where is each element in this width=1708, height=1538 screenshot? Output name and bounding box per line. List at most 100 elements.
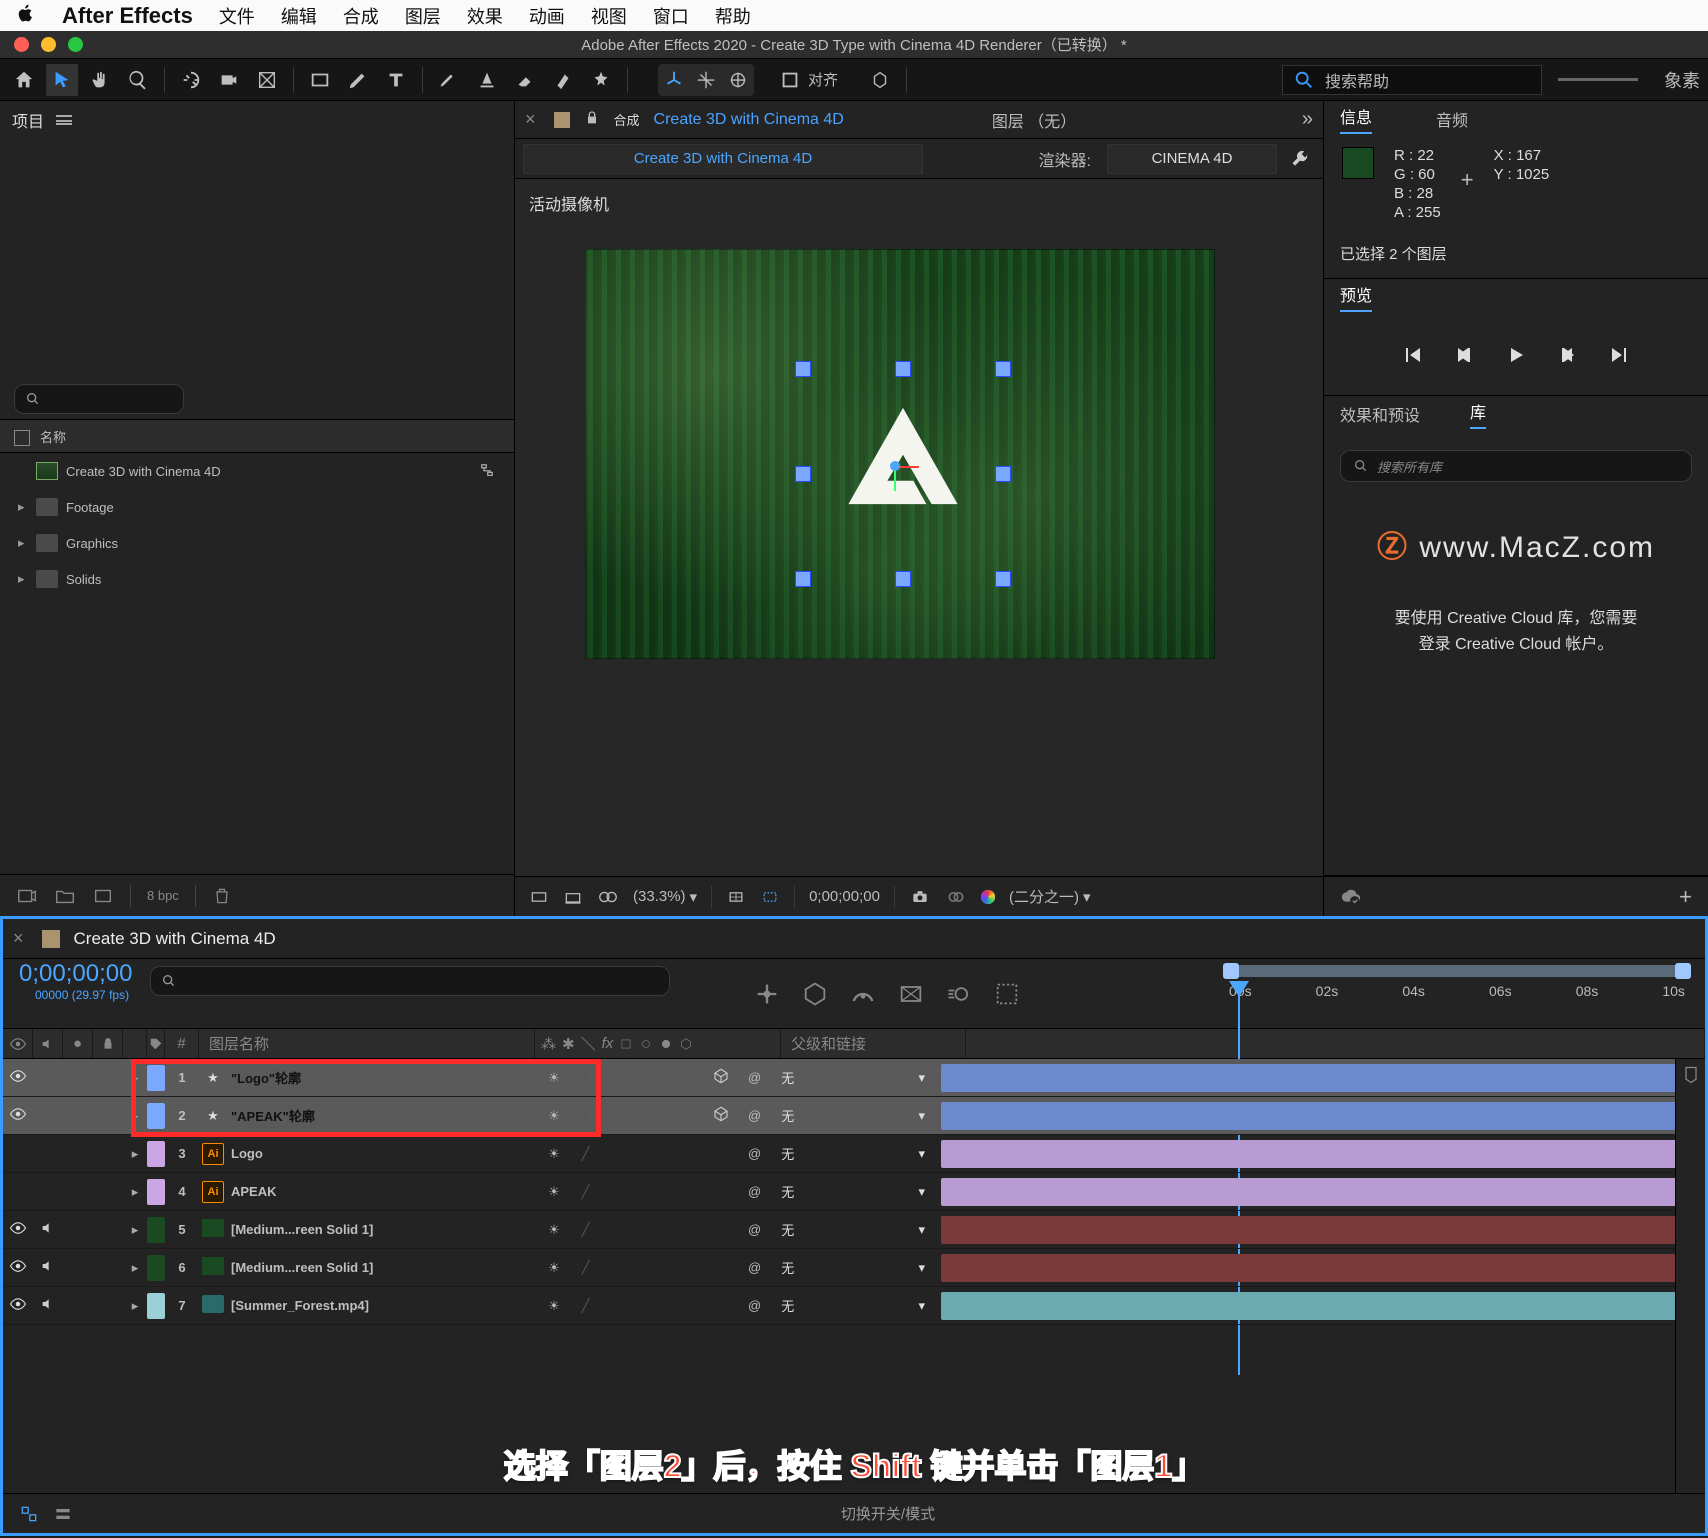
timeline-columns-header[interactable]: ● # 图层名称 ⁂✱＼fx 父级和链接 [3,1029,1705,1059]
timeline-search-input[interactable] [150,966,670,996]
visibility-toggle[interactable] [3,1257,33,1278]
new-comp-icon[interactable] [92,885,114,907]
library-search-input[interactable]: 搜索所有库 [1340,450,1692,482]
zoom-dropdown[interactable]: (33.3%)▾ [633,888,697,906]
switch-3d[interactable] [693,1067,748,1088]
mask-icon[interactable] [597,886,619,908]
visibility-toggle[interactable] [3,1067,33,1088]
pan-behind-tool[interactable] [251,64,283,96]
project-items[interactable]: Create 3D with Cinema 4D ▸ Footage ▸ Gra… [0,453,514,874]
timecode-display[interactable]: 0;00;00;00 [809,888,880,905]
pickwhip-icon[interactable]: @ [748,1222,761,1237]
resolution-dropdown[interactable]: (二分之一)▾ [1009,886,1091,907]
last-frame-icon[interactable] [1608,343,1632,367]
logo-shape[interactable] [838,397,968,530]
layer-bar[interactable] [933,1062,1705,1094]
expand-layer-icon[interactable]: ▸ [123,1070,147,1086]
switch-collapse[interactable]: ╱ [573,1184,598,1200]
layer-row-2[interactable]: ▸2★"APEAK"轮廓☀╱@无▾ [3,1097,1705,1135]
layer-bar[interactable] [933,1214,1705,1246]
label-color[interactable] [147,1255,165,1281]
parent-dropdown[interactable]: 无▾ [773,1106,933,1125]
panel-menu-icon[interactable] [56,115,72,125]
show-channel-icon[interactable] [945,887,967,907]
pickwhip-icon[interactable]: @ [748,1108,761,1123]
clone-stamp-tool[interactable] [471,64,503,96]
switch-shy[interactable]: ☀ [535,1146,573,1162]
view-axis-icon[interactable] [722,64,754,96]
snapping-checkbox[interactable] [774,64,806,96]
parent-dropdown[interactable]: 无▾ [773,1258,933,1277]
label-color[interactable] [147,1179,165,1205]
timeline-layers[interactable]: ▸1★"Logo"轮廓☀╱@无▾▸2★"APEAK"轮廓☀╱@无▾▸3AiLog… [3,1059,1705,1493]
project-columns-header[interactable]: 名称 [0,419,514,453]
layer-row-4[interactable]: ▸4AiAPEAK☀╱@无▾ [3,1173,1705,1211]
camera-tool[interactable] [213,64,245,96]
switch-collapse[interactable]: ╱ [573,1070,598,1086]
toggle-switches-label[interactable]: 切换开关/模式 [841,1503,935,1524]
layer-name[interactable]: [Medium...reen Solid 1] [227,1222,535,1237]
switch-collapse[interactable]: ╱ [573,1222,598,1238]
expand-layer-icon[interactable]: ▸ [123,1222,147,1238]
menu-view[interactable]: 视图 [591,3,627,29]
interpret-footage-icon[interactable] [16,885,38,907]
switch-shy[interactable]: ☀ [535,1260,573,1276]
layer-name[interactable]: "Logo"轮廓 [227,1068,535,1087]
toggle-modes-icon[interactable] [53,1504,73,1524]
switch-shy[interactable]: ☀ [535,1070,573,1086]
comp-mini-flowchart-icon[interactable] [753,980,781,1008]
new-folder-icon[interactable] [54,885,76,907]
3d-mode-group[interactable] [658,64,754,96]
menu-effect[interactable]: 效果 [467,3,503,29]
roi-icon[interactable] [760,887,780,907]
expand-layer-icon[interactable]: ▸ [123,1260,147,1276]
search-help-field[interactable]: 搜索帮助 [1282,65,1542,95]
project-panel-header[interactable]: 项目 [0,101,514,139]
layer-bar[interactable] [933,1100,1705,1132]
panel-overflow-icon[interactable]: » [1302,108,1313,131]
local-axis-icon[interactable] [658,64,690,96]
layer-name[interactable]: APEAK [227,1184,535,1199]
draft-3d-icon[interactable] [801,980,829,1008]
handle-mid-right[interactable] [995,466,1011,482]
tab-library[interactable]: 库 [1470,399,1486,429]
snapshot-icon[interactable] [909,887,931,907]
marker-icon[interactable] [1681,1065,1701,1085]
layer-bar[interactable] [933,1252,1705,1284]
switch-collapse[interactable]: ╱ [573,1260,598,1276]
time-ruler[interactable]: 00s 02s 04s 06s 08s 10s [1229,959,1705,1028]
tab-info[interactable]: 信息 [1340,104,1372,134]
expand-icon[interactable]: ▸ [18,535,28,551]
roto-brush-tool[interactable] [547,64,579,96]
close-tab-icon[interactable]: × [13,928,24,949]
toolbar-unknown-1[interactable] [864,64,896,96]
audio-toggle[interactable] [33,1296,63,1315]
mac-menubar[interactable]: After Effects 文件 编辑 合成 图层 效果 动画 视图 窗口 帮助 [0,0,1708,31]
menu-help[interactable]: 帮助 [715,3,751,29]
selection-tool[interactable] [46,64,78,96]
grid-icon[interactable] [563,887,583,907]
project-item-comp[interactable]: Create 3D with Cinema 4D [0,453,514,489]
close-tab-icon[interactable]: × [525,109,536,130]
pickwhip-icon[interactable]: @ [748,1070,761,1085]
handle-top-mid[interactable] [895,361,911,377]
traffic-lights[interactable] [14,37,83,52]
lock-icon[interactable] [584,110,600,129]
camera-label[interactable]: 活动摄像机 [529,191,609,215]
color-management-icon[interactable] [981,890,995,904]
project-item-solids[interactable]: ▸ Solids [0,561,514,597]
label-color[interactable] [147,1293,165,1319]
magnification-icon[interactable] [529,887,549,907]
menu-animation[interactable]: 动画 [529,3,565,29]
first-frame-icon[interactable] [1400,343,1424,367]
work-area-bar[interactable] [1229,965,1685,977]
pickwhip-icon[interactable]: @ [748,1184,761,1199]
layer-row-5[interactable]: ▸5[Medium...reen Solid 1]☀╱@无▾ [3,1211,1705,1249]
label-color[interactable] [147,1103,165,1129]
expand-layer-icon[interactable]: ▸ [123,1108,147,1124]
project-item-graphics[interactable]: ▸ Graphics [0,525,514,561]
layer-name[interactable]: "APEAK"轮廓 [227,1106,535,1125]
layer-bar[interactable] [933,1176,1705,1208]
orbit-tool[interactable] [175,64,207,96]
current-timecode[interactable]: 0;00;00;00 [19,960,132,988]
